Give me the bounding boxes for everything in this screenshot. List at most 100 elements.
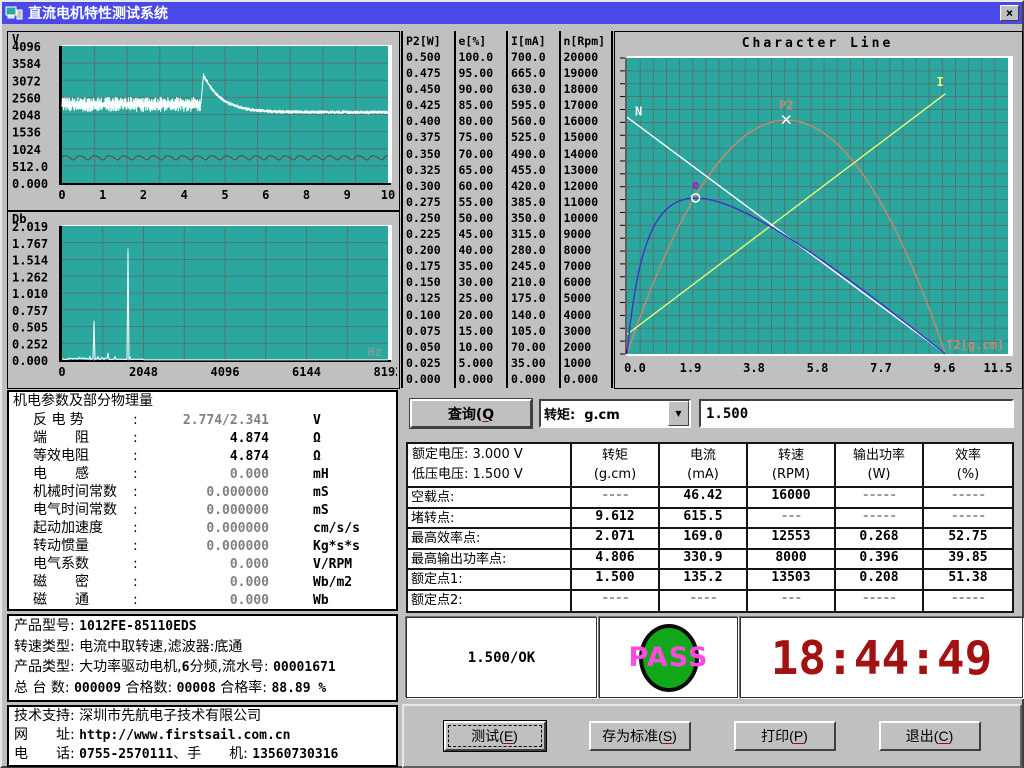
x-axis-tick: 4	[181, 188, 188, 202]
parameter-label: 起动加速度	[33, 519, 133, 537]
parameter-value: 0.000000	[143, 503, 269, 518]
axis-tick-value: 210.0	[511, 274, 559, 290]
table-cell: -----	[924, 509, 1012, 530]
table-cell: 46.42	[660, 488, 748, 509]
app-icon	[5, 6, 23, 21]
table-cell: 9.612	[572, 509, 660, 530]
axis-tick-value: 90.00	[459, 81, 507, 97]
axis-tick-value: 630.0	[511, 81, 559, 97]
axis-tick-value: 560.0	[511, 113, 559, 129]
product-info-segment: 合格率:	[216, 680, 272, 696]
axis-column-header: n[Rpm]	[564, 33, 612, 49]
voltage-spec-line: 额定电压: 3.000 V	[412, 445, 570, 465]
table-column-header: 转速(RPM)	[748, 444, 836, 488]
axis-tick-value: 85.00	[459, 97, 507, 113]
y-axis-tick: 1.262	[12, 270, 48, 284]
table-row-label: 堵转点:	[408, 509, 572, 530]
table-column-header: 效率(%)	[924, 444, 1012, 488]
axis-column-header: P2[W]	[406, 33, 454, 49]
parameter-label: 转动惯量	[33, 537, 133, 555]
y-axis-tick: 1536	[12, 126, 41, 140]
axis-tick-value: 1000	[564, 355, 612, 371]
axis-tick-value: 9000	[564, 226, 612, 242]
torque-value-input[interactable]	[699, 399, 1014, 428]
axis-tick-value: 65.00	[459, 162, 507, 178]
tech-support-segment: 技术支持: 深圳市先航电子技术有限公司	[14, 708, 261, 724]
parameter-colon: :	[133, 447, 143, 465]
axis-tick-value: 105.0	[511, 323, 559, 339]
axis-tick-value: 8000	[564, 242, 612, 258]
axis-tick-value: 13000	[564, 162, 612, 178]
axis-tick-value: 6000	[564, 274, 612, 290]
x-axis-tick: 9.6	[934, 361, 956, 375]
x-axis-tick: 2	[140, 188, 147, 202]
axis-tick-value: 55.00	[459, 194, 507, 210]
print-button[interactable]: 打印(P)	[734, 721, 836, 751]
table-row-label: 最高效率点:	[408, 529, 572, 550]
axis-tick-value: 14000	[564, 146, 612, 162]
tech-support-line: 电 话: 0755-2570111、手 机: 13560730316	[9, 745, 396, 764]
parameter-row: 电气系数:0.000V/RPM	[9, 555, 396, 573]
axis-tick-value: 490.0	[511, 146, 559, 162]
parameter-value: 0.000000	[143, 521, 269, 536]
y-axis-tick: 3584	[12, 57, 41, 71]
axis-tick-value: 95.00	[459, 65, 507, 81]
axis-tick-value: 35.00	[459, 258, 507, 274]
axis-tick-value: 0.125	[406, 290, 454, 306]
product-info-line: 产品型号: 1012FE-85110EDS	[9, 616, 396, 637]
close-button[interactable]: ×	[1000, 5, 1019, 21]
parameter-row: 机械时间常数:0.000000mS	[9, 483, 396, 501]
parameter-colon: :	[133, 411, 143, 429]
axis-tick-value: 0.375	[406, 129, 454, 145]
voltage-spec-line: 低压电压: 1.500 V	[412, 465, 570, 485]
axis-tick-value: 0.350	[406, 146, 454, 162]
axis-tick-value: 80.00	[459, 113, 507, 129]
parameter-colon: :	[133, 465, 143, 483]
curve-label-i: I	[936, 75, 943, 89]
x-axis-label: T2[g.cm]	[946, 338, 1004, 352]
axis-tick-value: 0.400	[406, 113, 454, 129]
parameter-value: 0.000	[143, 593, 269, 608]
torque-unit-dropdown[interactable]: 转矩: g.cm ▼	[539, 399, 691, 428]
product-info-segment: 1012FE-85110EDS	[79, 619, 196, 634]
axis-tick-value: 0.250	[406, 210, 454, 226]
spectrum-panel: Db2.0191.7671.5141.2621.0100.7570.5050.2…	[7, 211, 400, 389]
query-button[interactable]: 查询(Q	[410, 399, 532, 428]
axis-tick-value: 5.000	[459, 355, 507, 371]
axis-tick-value: 595.0	[511, 97, 559, 113]
product-info-segment: 总 台 数:	[14, 680, 74, 696]
pass-indicator-box: PASS	[599, 617, 738, 698]
axis-tick-value: 40.00	[459, 242, 507, 258]
parameter-colon: :	[133, 537, 143, 555]
curve-label-e: e	[692, 178, 699, 192]
tech-support-line: 网 址: http://www.firstsail.com.cn	[9, 726, 396, 745]
exit-button[interactable]: 退出(C)	[879, 721, 981, 751]
tech-support-segment: 网 址:	[14, 727, 79, 743]
parameter-unit: cm/s/s	[313, 521, 360, 536]
parameter-unit: Kg*s*s	[313, 539, 360, 554]
axis-column-header: e[%]	[459, 33, 507, 49]
table-cell: ---	[748, 509, 836, 530]
axis-tick-value: 19000	[564, 65, 612, 81]
plot-area	[627, 58, 1008, 354]
y-axis-tick: 1.767	[12, 237, 48, 251]
parameter-unit: Ω	[313, 431, 321, 446]
table-cell: 4.806	[572, 550, 660, 571]
x-axis-tick: 9	[344, 188, 351, 202]
axis-column-ima: I[mA]700.0665.0630.0595.0560.0525.0490.0…	[506, 31, 559, 388]
x-axis-tick: 11.5	[984, 361, 1013, 375]
save-standard-button[interactable]: 存为标准(S)	[589, 721, 691, 751]
parameter-value: 0.000	[143, 467, 269, 482]
test-result-text: 1.500/OK	[468, 650, 535, 666]
axis-tick-value: 17000	[564, 97, 612, 113]
axis-tick-value: 385.0	[511, 194, 559, 210]
results-table: 额定电压: 3.000 V低压电压: 1.500 V转矩(g.cm)电流(mA)…	[406, 442, 1014, 613]
test-button[interactable]: 测试(E)	[444, 721, 546, 751]
parameter-value: 4.874	[143, 431, 269, 446]
table-cell: 2.071	[572, 529, 660, 550]
dropdown-arrow-button[interactable]: ▼	[668, 401, 689, 426]
action-button-row: 测试(E) 存为标准(S) 打印(P) 退出(C)	[402, 704, 1022, 768]
axis-tick-value: 0.500	[406, 49, 454, 65]
axis-tick-value: 11000	[564, 194, 612, 210]
query-mnemonic: Q	[482, 407, 494, 423]
